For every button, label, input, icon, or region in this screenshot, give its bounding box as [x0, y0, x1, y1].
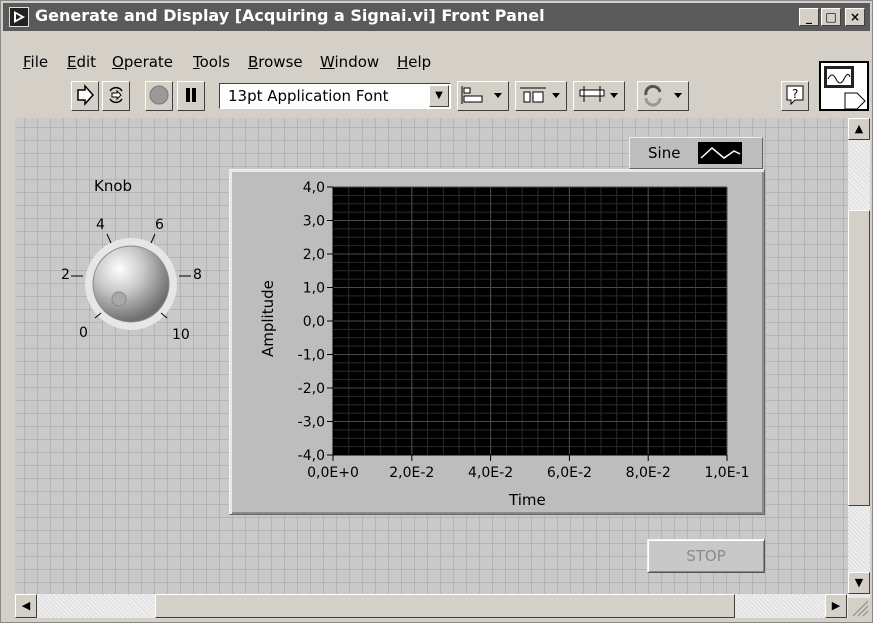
pause-icon	[186, 88, 196, 102]
run-continuous-icon	[109, 86, 123, 104]
y-tick-label: -1,0	[298, 348, 325, 364]
legend-plot-name: Sine	[648, 144, 681, 162]
distribute-icon	[520, 87, 560, 103]
font-selector-value: 13pt Application Font	[228, 87, 389, 105]
knob-scale-10: 10	[172, 327, 190, 343]
labview-vi-icon	[9, 7, 29, 27]
horizontal-scroll-thumb[interactable]	[155, 594, 735, 618]
scroll-up-icon[interactable]: ▲	[848, 118, 870, 140]
resize-grip-icon[interactable]	[849, 597, 869, 617]
knob-label: Knob	[94, 177, 133, 195]
svg-text:?: ?	[792, 87, 798, 101]
y-tick-label: -2,0	[298, 381, 325, 397]
chevron-down-icon[interactable]: ▼	[429, 85, 449, 107]
y-axis-label: Amplitude	[259, 280, 277, 357]
title-bar[interactable]: Generate and Display [Acquiring a Signai…	[3, 3, 870, 31]
knob-scale-8: 8	[193, 267, 202, 283]
plot-sample-icon	[698, 142, 742, 164]
maximize-button[interactable]: □	[821, 8, 841, 26]
resize-icon	[579, 86, 618, 102]
knob-scale-2: 2	[61, 267, 70, 283]
knob-scale-0: 0	[79, 325, 88, 341]
context-help-button[interactable]: ?	[781, 81, 809, 111]
scroll-left-icon[interactable]: ◀	[15, 594, 37, 618]
stop-button[interactable]: STOP	[647, 539, 765, 573]
align-objects-button[interactable]	[457, 81, 509, 111]
x-tick-label: 4,0E-2	[468, 465, 513, 481]
knob-scale-6: 6	[155, 217, 164, 233]
abort-button[interactable]	[145, 81, 173, 111]
pause-button[interactable]	[177, 81, 205, 111]
run-arrow-icon	[77, 84, 95, 106]
help-icon: ?	[786, 85, 804, 106]
x-tick-label: 2,0E-2	[389, 465, 434, 481]
reorder-button[interactable]	[637, 81, 689, 111]
menu-file[interactable]: File	[23, 53, 48, 71]
window-title: Generate and Display [Acquiring a Signai…	[35, 6, 545, 25]
x-tick-label: 0,0E+0	[307, 465, 359, 481]
y-tick-label: 1,0	[303, 281, 325, 297]
y-tick-label: 4,0	[303, 180, 325, 196]
y-tick-label: -3,0	[298, 415, 325, 431]
vi-connector-icon[interactable]	[819, 61, 869, 111]
menu-tools[interactable]: Tools	[193, 53, 230, 71]
distribute-objects-button[interactable]	[515, 81, 567, 111]
x-axis-label: Time	[509, 491, 546, 509]
horizontal-scrollbar[interactable]: ◀ ▶	[15, 594, 848, 618]
resize-objects-button[interactable]	[573, 81, 625, 111]
font-selector[interactable]: 13pt Application Font ▼	[219, 83, 451, 109]
y-tick-label: 2,0	[303, 247, 325, 263]
menu-operate[interactable]: Operate	[112, 53, 173, 71]
y-tick-label: 3,0	[303, 214, 325, 230]
menu-help[interactable]: Help	[397, 53, 431, 71]
menu-browse[interactable]: Browse	[248, 53, 303, 71]
menu-edit[interactable]: Edit	[67, 53, 96, 71]
y-tick-label: 0,0	[303, 314, 325, 330]
run-button[interactable]	[71, 81, 99, 111]
abort-icon	[149, 85, 169, 105]
labview-window: Generate and Display [Acquiring a Signai…	[0, 0, 873, 623]
vertical-scrollbar[interactable]: ▲ ▼	[848, 118, 870, 598]
align-icon	[461, 86, 502, 104]
close-button[interactable]: ×	[845, 8, 865, 26]
minimize-button[interactable]: _	[799, 8, 819, 26]
menu-window[interactable]: Window	[320, 53, 379, 71]
plot-legend[interactable]: Sine	[629, 137, 763, 169]
vertical-scroll-thumb[interactable]	[848, 210, 870, 506]
y-tick-label: -4,0	[298, 448, 325, 464]
x-tick-label: 6,0E-2	[547, 465, 592, 481]
x-tick-label: 8,0E-2	[626, 465, 671, 481]
scroll-right-icon[interactable]: ▶	[825, 594, 847, 618]
run-continuous-button[interactable]	[102, 81, 130, 111]
scroll-down-icon[interactable]: ▼	[848, 572, 870, 594]
knob-scale-4: 4	[96, 217, 105, 233]
x-tick-label: 1,0E-1	[704, 465, 749, 481]
reorder-icon	[644, 84, 682, 107]
waveform-graph-plot[interactable]: 4,0 3,0 2,0 1,0 0,0 -1,0 -2,0 -3,0 -4,00,0E+0 2,0…	[229, 169, 765, 515]
